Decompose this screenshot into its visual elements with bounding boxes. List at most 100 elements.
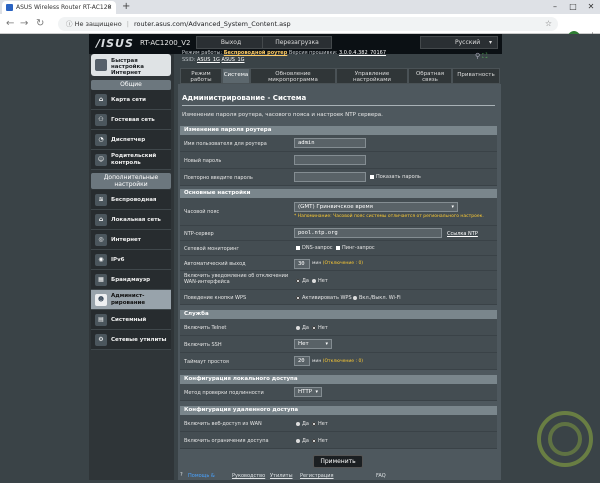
maximize-icon[interactable]: □ <box>564 0 582 13</box>
internet-status-icon[interactable]: ⛶ <box>482 52 487 60</box>
idle-input[interactable]: 20 <box>294 356 310 366</box>
sidebar-item-label: Гостевая сеть <box>111 117 155 123</box>
telnet-yes-radio[interactable]: Да <box>296 325 309 331</box>
auth-select[interactable]: HTTP ▾ <box>294 387 322 397</box>
language-select[interactable]: Русский ▾ <box>420 36 498 49</box>
section-advanced: Дополнительные настройки <box>91 173 171 189</box>
new-tab-button[interactable]: + <box>122 0 130 13</box>
sidebar-item-administration[interactable]: ☻ Админист­рирование <box>91 290 171 310</box>
url-input[interactable]: ⓘ Не защищено | router.asus.com/Advanced… <box>58 17 558 31</box>
wps-activate-radio[interactable]: Активировать WPS <box>296 295 352 301</box>
sidebar-item-lan[interactable]: ⌂ Локальная сеть <box>91 210 171 230</box>
sidebar-item-firewall[interactable]: ▦ Брандмауэр <box>91 270 171 290</box>
sidebar-item-wan[interactable]: ◎ Интернет <box>91 230 171 250</box>
ssid-2[interactable]: ASUS_1G <box>222 57 245 63</box>
dns-query-checkbox[interactable]: DNS-запрос <box>296 245 333 251</box>
wps-wifi-toggle-radio[interactable]: Вкл./Выкл. Wi-Fi <box>353 295 401 301</box>
back-icon[interactable]: ← <box>6 17 14 31</box>
tab-title: ASUS Wireless Router RT-AC120 <box>16 4 112 11</box>
sidebar-item-wireless[interactable]: ≋Беспроводная сеть <box>91 190 171 223</box>
ntp-input[interactable]: pool.ntp.org <box>294 228 442 238</box>
auth-label: Метод проверки подлинности <box>184 390 264 396</box>
bookmark-star-icon[interactable]: ☆ <box>545 17 552 31</box>
idle-unit: мин (Отключение : 0) <box>312 359 363 364</box>
radio-icon <box>296 438 300 443</box>
sidebar-item-traffic-manager[interactable]: ◔Диспетчер трафика <box>91 130 171 163</box>
wan-notify-no-radio[interactable]: Нет <box>312 278 328 284</box>
browser-tab[interactable]: ASUS Wireless Router RT-AC120 ✕ <box>2 1 116 14</box>
tab-settings-management[interactable]: Управление настройками <box>336 68 408 84</box>
username-input[interactable]: admin <box>294 138 366 148</box>
new-password-input[interactable] <box>294 155 366 165</box>
timezone-label: Часовой пояс <box>184 209 220 215</box>
web-wan-no-radio[interactable]: Нет <box>312 421 328 427</box>
mode-value[interactable]: Беспроводной роутер <box>224 50 288 56</box>
sidebar-item-guest-network[interactable]: ⚇ Гостевая сеть <box>91 110 171 130</box>
autologout-unit-label: мин <box>312 261 322 266</box>
ipv6-icon: ◉ <box>95 254 107 266</box>
minimize-icon[interactable]: – <box>546 0 564 13</box>
info-icon[interactable]: ⓘ <box>66 20 73 28</box>
footer-register-link[interactable]: Регистрация <box>300 473 334 479</box>
sidebar-item-ipv6[interactable]: ◉ IPv6 <box>91 250 171 270</box>
apply-button[interactable]: Применить <box>313 455 363 468</box>
tab-system[interactable]: Система <box>222 68 250 84</box>
reboot-button[interactable]: Перезагрузка <box>262 36 332 49</box>
auth-value: HTTP <box>298 389 313 395</box>
sidebar-item-parental-control[interactable]: ☺ Родительский контроль <box>91 150 171 170</box>
forward-icon[interactable]: → <box>20 17 28 31</box>
sidebar-item-label: IPv6 <box>111 257 125 263</box>
usb-icon[interactable]: ⚲ <box>475 52 480 60</box>
tab-privacy[interactable]: Приватность <box>452 68 500 84</box>
web-wan-yes-radio[interactable]: Да <box>296 421 309 427</box>
url-text: router.asus.com/Advanced_System_Content.… <box>134 20 291 28</box>
telnet-no-radio[interactable]: Нет <box>312 325 328 331</box>
radio-icon <box>312 278 316 283</box>
footer-utils-link[interactable]: Утилиты <box>270 473 293 479</box>
restrict-no-radio[interactable]: Нет <box>312 438 328 444</box>
parental-control-icon: ☺ <box>95 154 107 166</box>
autologout-unit: мин (Отключение : 0) <box>312 261 363 266</box>
idle-default: (Отключение : 0) <box>322 359 364 364</box>
footer-help: Помощь & <box>188 473 215 479</box>
sidebar-item-network-tools[interactable]: ⚙ Сетевые утилиты <box>91 330 171 350</box>
help-icon: ? <box>180 472 183 478</box>
sidebar-item-system-log[interactable]: ▤Системный журнал <box>91 310 171 343</box>
wizard-icon <box>95 59 107 71</box>
timezone-select[interactable]: (GMT) Гринвичское время ▾ <box>294 202 458 212</box>
sidebar-item-network-map[interactable]: ⌂ Карта сети <box>91 90 171 110</box>
timezone-value: (GMT) Гринвичское время <box>298 204 373 210</box>
repeat-password-input[interactable] <box>294 172 366 182</box>
radio-label: Активировать WPS <box>302 295 352 301</box>
status-icons[interactable]: ⚲ ⛶ <box>475 52 487 61</box>
show-password-checkbox[interactable]: Показать пароль <box>370 174 421 180</box>
ping-query-checkbox[interactable]: Пинг-запрос <box>336 245 375 251</box>
restrict-yes-radio[interactable]: Да <box>296 438 309 444</box>
quick-setup-button[interactable]: Быстрая настройка Интернет <box>91 54 171 76</box>
logout-button[interactable]: Выход <box>196 36 266 49</box>
tab-firmware-upgrade[interactable]: Обновление микропрограмма <box>250 68 336 84</box>
chevron-down-icon: ▾ <box>325 341 328 347</box>
sidebar-item-label: Админист­рирование <box>111 293 146 306</box>
footer-faq[interactable]: FAQ <box>376 473 386 479</box>
footer-manual-link[interactable]: Руководство <box>232 473 265 479</box>
radio-label: Нет <box>318 278 328 284</box>
section-remote-access: Конфигурация удаленного доступа <box>180 406 497 415</box>
autologout-input[interactable]: 30 <box>294 259 310 269</box>
reload-icon[interactable]: ↻ <box>36 17 44 31</box>
telnet-label: Включить Telnet <box>184 325 227 331</box>
fw-value[interactable]: 3.0.0.4.382_70167 <box>339 50 386 56</box>
idle-unit-label: мин <box>312 359 322 364</box>
tab-feedback[interactable]: Обратная связь <box>408 68 452 84</box>
window-close-icon[interactable]: ✕ <box>582 0 600 13</box>
wan-notify-yes-radio[interactable]: Да <box>296 278 309 284</box>
firewall-icon: ▦ <box>95 274 107 286</box>
ntp-link[interactable]: Ссылка NTP <box>447 231 478 237</box>
radio-label: Да <box>302 421 309 427</box>
ssh-select[interactable]: Нет ▾ <box>294 339 332 349</box>
ssid-1[interactable]: ASUS_1G <box>197 57 220 63</box>
ssid-label: SSID: <box>182 57 196 63</box>
close-tab-icon[interactable]: ✕ <box>107 1 112 14</box>
browser-tab-bar: ASUS Wireless Router RT-AC120 ✕ + – □ ✕ <box>0 0 600 14</box>
tab-operation-mode[interactable]: Режим работы <box>180 68 222 84</box>
